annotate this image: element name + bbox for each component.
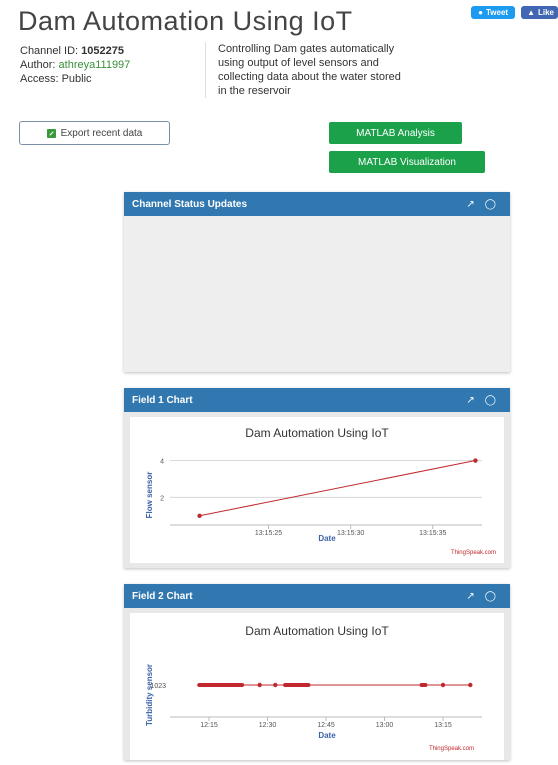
x-tick-label: 13:15	[434, 722, 452, 729]
data-point	[473, 458, 478, 463]
page-title: Dam Automation Using IoT	[18, 6, 353, 36]
field1-chart-area: Dam Automation Using IoT Flow sensor Dat…	[124, 412, 510, 568]
y-tick-label: 2	[160, 495, 164, 502]
field2-chart-area: Dam Automation Using IoT Turbidity senso…	[124, 608, 510, 760]
channel-meta: Channel ID: 1052275 Author: athreya11199…	[20, 44, 130, 86]
chart-credit: ThingSpeak.com	[429, 746, 474, 752]
data-point-cluster	[419, 683, 428, 687]
chart-title: Dam Automation Using IoT	[245, 426, 389, 440]
channel-id-row: Channel ID: 1052275	[20, 45, 124, 57]
field1-chart[interactable]: Dam Automation Using IoT Flow sensor Dat…	[130, 417, 504, 563]
y-axis-label: Turbidity sensor	[145, 664, 154, 726]
chart-credit: ThingSpeak.com	[451, 550, 496, 556]
x-tick-label: 13:15:35	[419, 530, 446, 537]
data-point	[257, 682, 262, 688]
external-link-icon[interactable]: ↗	[466, 395, 474, 406]
x-axis-label: Date	[318, 534, 336, 543]
comment-icon[interactable]: ◯	[485, 199, 496, 210]
comment-icon[interactable]: ◯	[485, 395, 496, 406]
x-tick-label: 12:30	[259, 722, 277, 729]
y-axis-label-group: Flow sensor	[145, 472, 154, 519]
x-axis-label: Date	[318, 731, 336, 740]
data-point-cluster	[283, 683, 311, 687]
channel-id-value: 1052275	[81, 45, 124, 57]
x-tick-label: 13:00	[376, 722, 394, 729]
channel-description: Controlling Dam gates automatically usin…	[205, 42, 408, 98]
field1-panel-header: Field 1 Chart ↗ ◯	[124, 388, 510, 412]
field2-chart[interactable]: Dam Automation Using IoT Turbidity senso…	[130, 613, 504, 760]
x-tick-label: 13:15:25	[255, 530, 282, 537]
field2-panel: Field 2 Chart ↗ ◯ Dam Automation Using I…	[124, 584, 510, 760]
external-link-icon[interactable]: ↗	[466, 199, 474, 210]
external-link-icon[interactable]: ↗	[466, 591, 474, 602]
x-tick-label: 13:15:30	[337, 530, 364, 537]
matlab-analysis-button[interactable]: MATLAB Analysis	[329, 122, 462, 144]
x-tick-label: 12:45	[317, 722, 335, 729]
data-point-cluster	[197, 683, 245, 687]
data-point	[440, 682, 446, 688]
data-point	[468, 682, 473, 688]
y-axis-label-group: Turbidity sensor	[145, 664, 154, 726]
author-row: Author: athreya111997	[20, 59, 131, 71]
series-line	[199, 460, 476, 517]
x-tick-label: 12:15	[200, 722, 218, 729]
status-panel-body	[124, 216, 510, 372]
field2-panel-header: Field 2 Chart ↗ ◯	[124, 584, 510, 608]
data-point	[197, 513, 202, 518]
y-tick-label: 4	[160, 459, 164, 466]
chart-title: Dam Automation Using IoT	[245, 624, 389, 638]
field1-panel: Field 1 Chart ↗ ◯ Dam Automation Using I…	[124, 388, 510, 568]
status-panel: Channel Status Updates ↗ ◯	[124, 192, 510, 372]
tweet-button[interactable]: ● Tweet	[471, 6, 516, 19]
y-axis-label: Flow sensor	[145, 472, 154, 519]
access-row: Access: Public	[20, 73, 92, 85]
twitter-bird-icon: ●	[478, 8, 483, 17]
status-panel-header: Channel Status Updates ↗ ◯	[124, 192, 510, 216]
author-link[interactable]: athreya111997	[59, 59, 131, 71]
like-button[interactable]: ▲ Like	[521, 6, 558, 19]
data-point	[273, 682, 278, 688]
export-icon	[46, 128, 56, 138]
thumbs-up-icon: ▲	[527, 8, 535, 17]
comment-icon[interactable]: ◯	[485, 591, 496, 602]
y-tick-label: 1023	[150, 683, 166, 690]
export-recent-data-button[interactable]: Export recent data	[19, 121, 170, 145]
social-buttons: ● Tweet ▲ Like	[471, 6, 558, 19]
matlab-visualization-button[interactable]: MATLAB Visualization	[329, 151, 485, 173]
